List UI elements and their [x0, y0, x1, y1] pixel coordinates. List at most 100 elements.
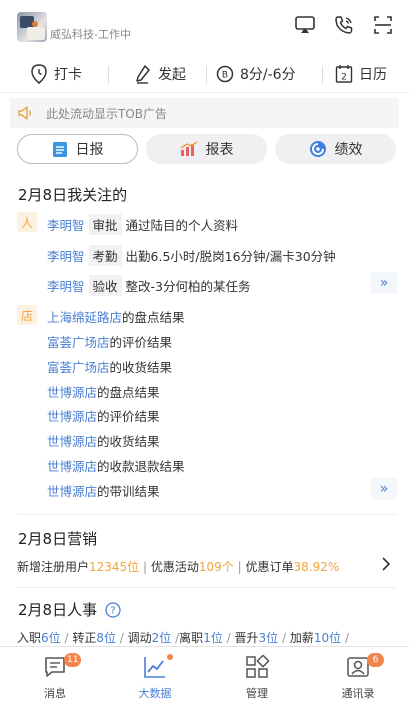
calendar-button[interactable]: 2 日历 [335, 56, 387, 92]
store-name[interactable]: 世博源店 [47, 459, 97, 474]
nav-label: 消息 [44, 687, 66, 700]
store-item[interactable]: 富荟广场店的收货结果 [47, 357, 172, 376]
initiate-button[interactable]: 发起 [134, 56, 186, 92]
store-name[interactable]: 世博源店 [47, 385, 97, 400]
stat-label: 新增注册用户 [17, 560, 90, 574]
company-avatar[interactable] [17, 12, 47, 42]
nav-label: 通讯录 [341, 687, 375, 700]
store-item[interactable]: 世博源店的评价结果 [47, 406, 160, 425]
person-name[interactable]: 李明智 [47, 249, 85, 264]
nav-management[interactable]: 管理 [222, 647, 292, 704]
hr-title: 2月8日人事 [18, 601, 98, 619]
hr-stats[interactable]: 入职6位 / 转正8位 / 调动2位 /离职1位 / 晋升3位 / 加薪10位 … [17, 629, 349, 646]
separator: | [139, 560, 151, 574]
people-more-button[interactable]: » [371, 272, 397, 294]
store-name[interactable]: 世博源店 [47, 434, 97, 449]
people-item[interactable]: 李明智 审批 通过陆目的个人资料 [47, 214, 238, 235]
trend-chart-icon [144, 657, 165, 678]
store-name[interactable]: 上海绵延路店 [47, 310, 122, 325]
separator: / [171, 631, 180, 645]
stat-value: 8位 [96, 631, 116, 645]
company-status[interactable]: 威弘科技-工作中 [50, 26, 131, 42]
store-result: 的收货结果 [97, 434, 160, 449]
tab-reports[interactable]: 报表 [146, 134, 267, 164]
store-item[interactable]: 世博源店的带训结果 [47, 481, 160, 500]
person-name[interactable]: 李明智 [47, 218, 85, 233]
focus-title: 2月8日我关注的 [18, 186, 128, 204]
store-more-button[interactable]: » [371, 478, 397, 500]
svg-text:B: B [222, 71, 228, 81]
tab-daily-report[interactable]: 日报 [17, 134, 138, 164]
people-item[interactable]: 李明智 验收 整改-3分何柏的某任务 [47, 275, 251, 296]
divider [108, 66, 109, 84]
nav-contacts[interactable]: 6 通讯录 [323, 647, 393, 704]
divider [322, 66, 323, 84]
separator: / [341, 631, 349, 645]
event-text: 通过陆目的个人资料 [125, 218, 239, 233]
big-data-dot [167, 654, 173, 660]
hr-title-row: 2月8日人事 ? [18, 599, 121, 620]
people-tag: 人 [17, 212, 37, 232]
store-name[interactable]: 世博源店 [47, 484, 97, 499]
stat-value: 109个 [198, 560, 234, 574]
score-label: 8分/-6分 [240, 67, 296, 83]
store-name[interactable]: 世博源店 [47, 409, 97, 424]
event-type: 验收 [88, 275, 122, 296]
stat-label: 转正 [72, 631, 97, 645]
svg-text:2: 2 [341, 73, 347, 83]
stat-value: 2位 [151, 631, 172, 645]
store-item[interactable]: 上海绵延路店的盘点结果 [47, 307, 185, 326]
store-result: 的收款退款结果 [97, 459, 185, 474]
separator: | [233, 560, 246, 574]
messages-badge: 11 [64, 653, 82, 667]
tab-label: 日报 [75, 142, 104, 158]
divider [17, 514, 397, 515]
help-icon[interactable]: ? [105, 601, 121, 618]
scan-icon[interactable] [372, 14, 394, 36]
people-item[interactable]: 李明智 考勤 出勤6.5小时/脱岗16分钟/漏卡30分钟 [47, 245, 336, 266]
header: 威弘科技-工作中 [0, 0, 409, 50]
marketing-stats[interactable]: 新增注册用户12345位 | 优惠活动109个 | 优惠订单38.92% [17, 558, 339, 575]
clock-in-button[interactable]: 打卡 [30, 56, 82, 92]
store-tag: 店 [17, 305, 37, 325]
chevron-right-icon[interactable] [381, 556, 391, 572]
store-item[interactable]: 世博源店的盘点结果 [47, 382, 160, 401]
event-text: 出勤6.5小时/脱岗16分钟/漏卡30分钟 [125, 249, 336, 264]
score-button[interactable]: B 8分/-6分 [216, 56, 296, 92]
nav-big-data[interactable]: 大数据 [120, 647, 190, 704]
stat-value: 10位 [313, 631, 342, 645]
event-type: 审批 [88, 214, 122, 235]
svg-text:?: ? [110, 605, 115, 616]
store-name[interactable]: 富荟广场店 [47, 335, 110, 350]
bar-chart-icon [180, 141, 197, 156]
phone-icon[interactable] [333, 14, 355, 36]
initiate-label: 发起 [158, 67, 186, 83]
screen-cast-icon[interactable] [294, 14, 316, 36]
store-item[interactable]: 世博源店的收货结果 [47, 431, 160, 450]
nav-label: 大数据 [138, 687, 172, 700]
calendar-icon: 2 [335, 65, 353, 83]
ad-text: 此处流动显示TOB广告 [46, 106, 168, 121]
store-item[interactable]: 富荟广场店的评价结果 [47, 332, 172, 351]
store-result: 的带训结果 [97, 484, 160, 499]
stat-value: 1位 [203, 631, 223, 645]
stat-label: 离职 [179, 631, 204, 645]
stat-label: 晋升 [234, 631, 259, 645]
tab-performance[interactable]: 绩效 [275, 134, 396, 164]
store-name[interactable]: 富荟广场店 [47, 360, 110, 375]
bottom-nav: 11 消息 大数据 管理 6 通讯录 [0, 646, 409, 704]
divider [17, 587, 397, 588]
divider [0, 92, 409, 93]
store-result: 的评价结果 [109, 335, 173, 350]
event-type: 考勤 [88, 245, 122, 266]
ad-banner[interactable]: 此处流动显示TOB广告 [10, 98, 399, 128]
performance-icon [309, 141, 326, 157]
clock-in-label: 打卡 [54, 67, 82, 83]
calendar-label: 日历 [359, 67, 387, 83]
stat-label: 加薪 [289, 631, 314, 645]
separator: / [222, 631, 235, 645]
clipboard-icon [52, 142, 67, 157]
nav-messages[interactable]: 11 消息 [20, 647, 90, 704]
person-name[interactable]: 李明智 [47, 279, 85, 294]
store-item[interactable]: 世博源店的收款退款结果 [47, 456, 185, 475]
